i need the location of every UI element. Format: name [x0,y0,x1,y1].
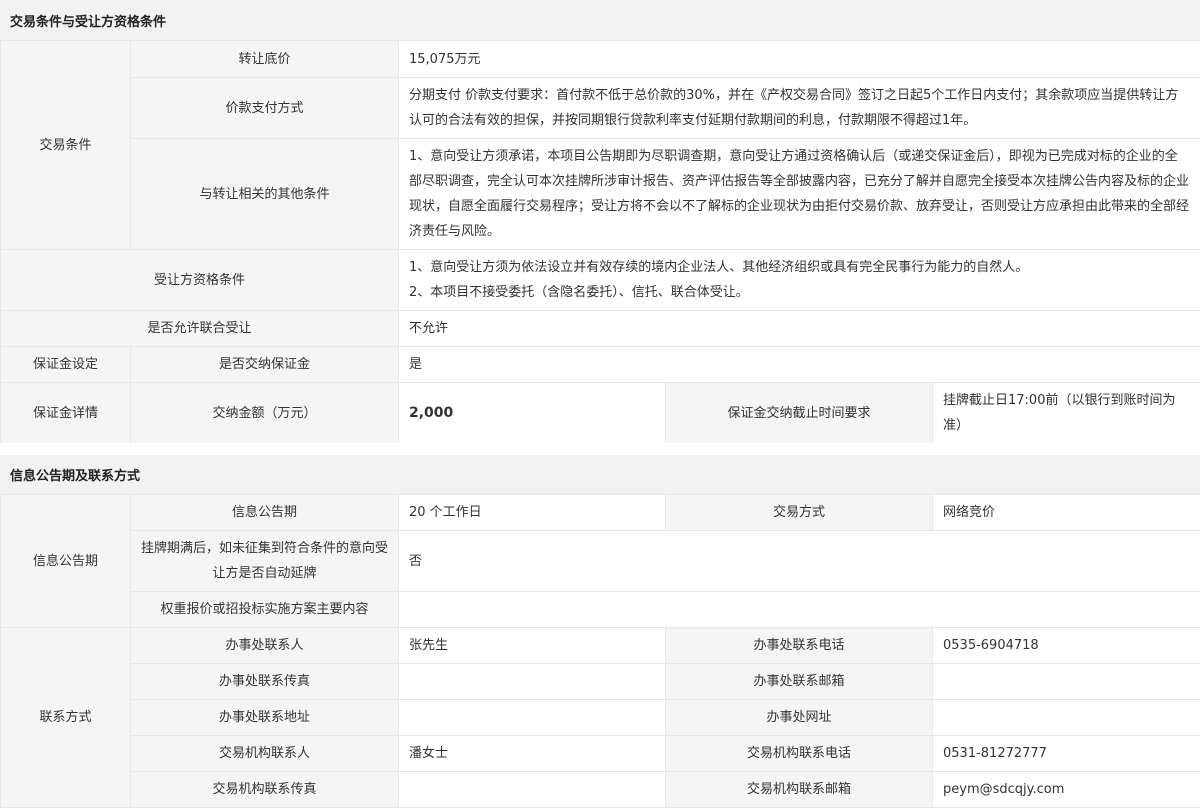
table-row: 交易机构联系人 潘女士 交易机构联系电话 0531-81272777 [1,735,1200,772]
payment-method-label: 价款支付方式 [130,77,399,139]
qualification-line-1: 1、意向受让方须为依法设立并有效存续的境内企业法人、其他经济组织或具有完全民事行… [409,260,1029,275]
deposit-detail-label: 保证金详情 [0,382,131,444]
table-row: 权重报价或招投标实施方案主要内容 [1,591,1200,628]
agency-phone-value: 0531-81272777 [932,735,1200,772]
other-conditions-label: 与转让相关的其他条件 [130,138,399,250]
office-address-value [398,699,666,736]
announcement-contact-table: 信息公告期 信息公告期 20 个工作日 交易方式 网络竞价 挂牌期满后，如未征集… [0,494,1200,808]
agency-phone-label: 交易机构联系电话 [665,735,933,772]
transfer-price-label: 转让底价 [130,40,399,78]
agency-contact-value: 潘女士 [398,735,666,772]
trade-conditions-group-label: 交易条件 [0,40,131,250]
office-email-value [932,663,1200,700]
office-phone-label: 办事处联系电话 [665,627,933,664]
joint-transfer-value: 不允许 [397,310,1200,347]
weighted-quote-value [398,591,1200,628]
table-row: 挂牌期满后，如未征集到符合条件的意向受让方是否自动延牌 否 [1,530,1200,592]
agency-contact-label: 交易机构联系人 [130,735,399,772]
other-conditions-value: 1、意向受让方须承诺，本项目公告期即为尽职调查期，意向受让方通过资格确认后（或递… [397,138,1200,250]
section-title-trade-conditions: 交易条件与受让方资格条件 [0,0,1200,40]
office-fax-label: 办事处联系传真 [130,663,399,700]
agency-fax-label: 交易机构联系传真 [130,771,399,808]
office-website-label: 办事处网址 [665,699,933,736]
weighted-quote-label: 权重报价或招投标实施方案主要内容 [130,591,399,628]
office-website-value [932,699,1200,736]
auto-extend-value: 否 [398,530,1200,592]
office-phone-value: 0535-6904718 [932,627,1200,664]
contact-group-label: 联系方式 [0,627,131,808]
auto-extend-label: 挂牌期满后，如未征集到符合条件的意向受让方是否自动延牌 [130,530,399,592]
deposit-setting-label: 保证金设定 [0,346,131,383]
deposit-amount-value: 2,000 [398,382,666,444]
deposit-amount-label: 交纳金额（万元） [130,382,399,444]
announcement-period-value: 20 个工作日 [398,494,666,531]
agency-fax-value [398,771,666,808]
deposit-deadline-value: 挂牌截止日17:00前（以银行到账时间为准） [931,382,1200,444]
section-title-text: 交易条件与受让方资格条件 [10,14,167,30]
qualification-value: 1、意向受让方须为依法设立并有效存续的境内企业法人、其他经济组织或具有完全民事行… [397,249,1200,311]
trade-method-label: 交易方式 [665,494,933,531]
agency-email-label: 交易机构联系邮箱 [665,771,933,808]
section-divider [0,443,1200,455]
table-row: 受让方资格条件 1、意向受让方须为依法设立并有效存续的境内企业法人、其他经济组织… [0,249,1200,311]
table-row: 联系方式 办事处联系人 张先生 办事处联系电话 0535-6904718 [0,627,1200,808]
table-row: 保证金设定 是否交纳保证金 是 [0,346,1200,383]
deposit-deadline-label: 保证金交纳截止时间要求 [665,382,933,444]
section-title-text: 信息公告期及联系方式 [10,469,141,484]
trade-method-value: 网络竞价 [932,494,1200,531]
agency-email-value[interactable]: peym@sdcqjy.com [932,771,1200,808]
payment-method-value: 分期支付 价款支付要求：首付款不低于总价款的30%，并在《产权交易合同》签订之日… [397,77,1200,139]
office-fax-value [398,663,666,700]
announcement-group-label: 信息公告期 [0,494,131,628]
table-row: 交易机构联系传真 交易机构联系邮箱 peym@sdcqjy.com [1,771,1200,808]
transfer-price-value: 15,075万元 [397,40,1200,78]
office-contact-value: 张先生 [398,627,666,664]
office-address-label: 办事处联系地址 [130,699,399,736]
table-row: 与转让相关的其他条件 1、意向受让方须承诺，本项目公告期即为尽职调查期，意向受让… [1,138,1200,250]
table-row: 是否允许联合受让 不允许 [0,310,1200,347]
section-title-announcement-contact: 信息公告期及联系方式 [0,455,1200,494]
joint-transfer-label: 是否允许联合受让 [0,310,399,347]
table-row: 价款支付方式 分期支付 价款支付要求：首付款不低于总价款的30%，并在《产权交易… [1,77,1200,139]
table-row: 交易条件 转让底价 15,075万元 [0,40,1200,250]
table-row: 办事处联系地址 办事处网址 [1,699,1200,736]
deposit-required-value: 是 [397,346,1200,383]
deposit-required-label: 是否交纳保证金 [130,346,399,383]
office-contact-label: 办事处联系人 [130,627,399,664]
trade-conditions-table: 交易条件 转让底价 15,075万元 价款支付方式 分期支付 价款支付要求：首付… [0,40,1200,444]
table-row: 保证金详情 交纳金额（万元） 2,000 保证金交纳截止时间要求 挂牌截止日17… [0,382,1200,444]
qualification-line-2: 2、本项目不接受委托（含隐名委托）、信托、联合体受让。 [409,285,749,300]
office-email-label: 办事处联系邮箱 [665,663,933,700]
qualification-label: 受让方资格条件 [0,249,399,311]
table-row: 办事处联系传真 办事处联系邮箱 [1,663,1200,700]
table-row: 信息公告期 信息公告期 20 个工作日 交易方式 网络竞价 [0,494,1200,628]
announcement-period-label: 信息公告期 [130,494,399,531]
